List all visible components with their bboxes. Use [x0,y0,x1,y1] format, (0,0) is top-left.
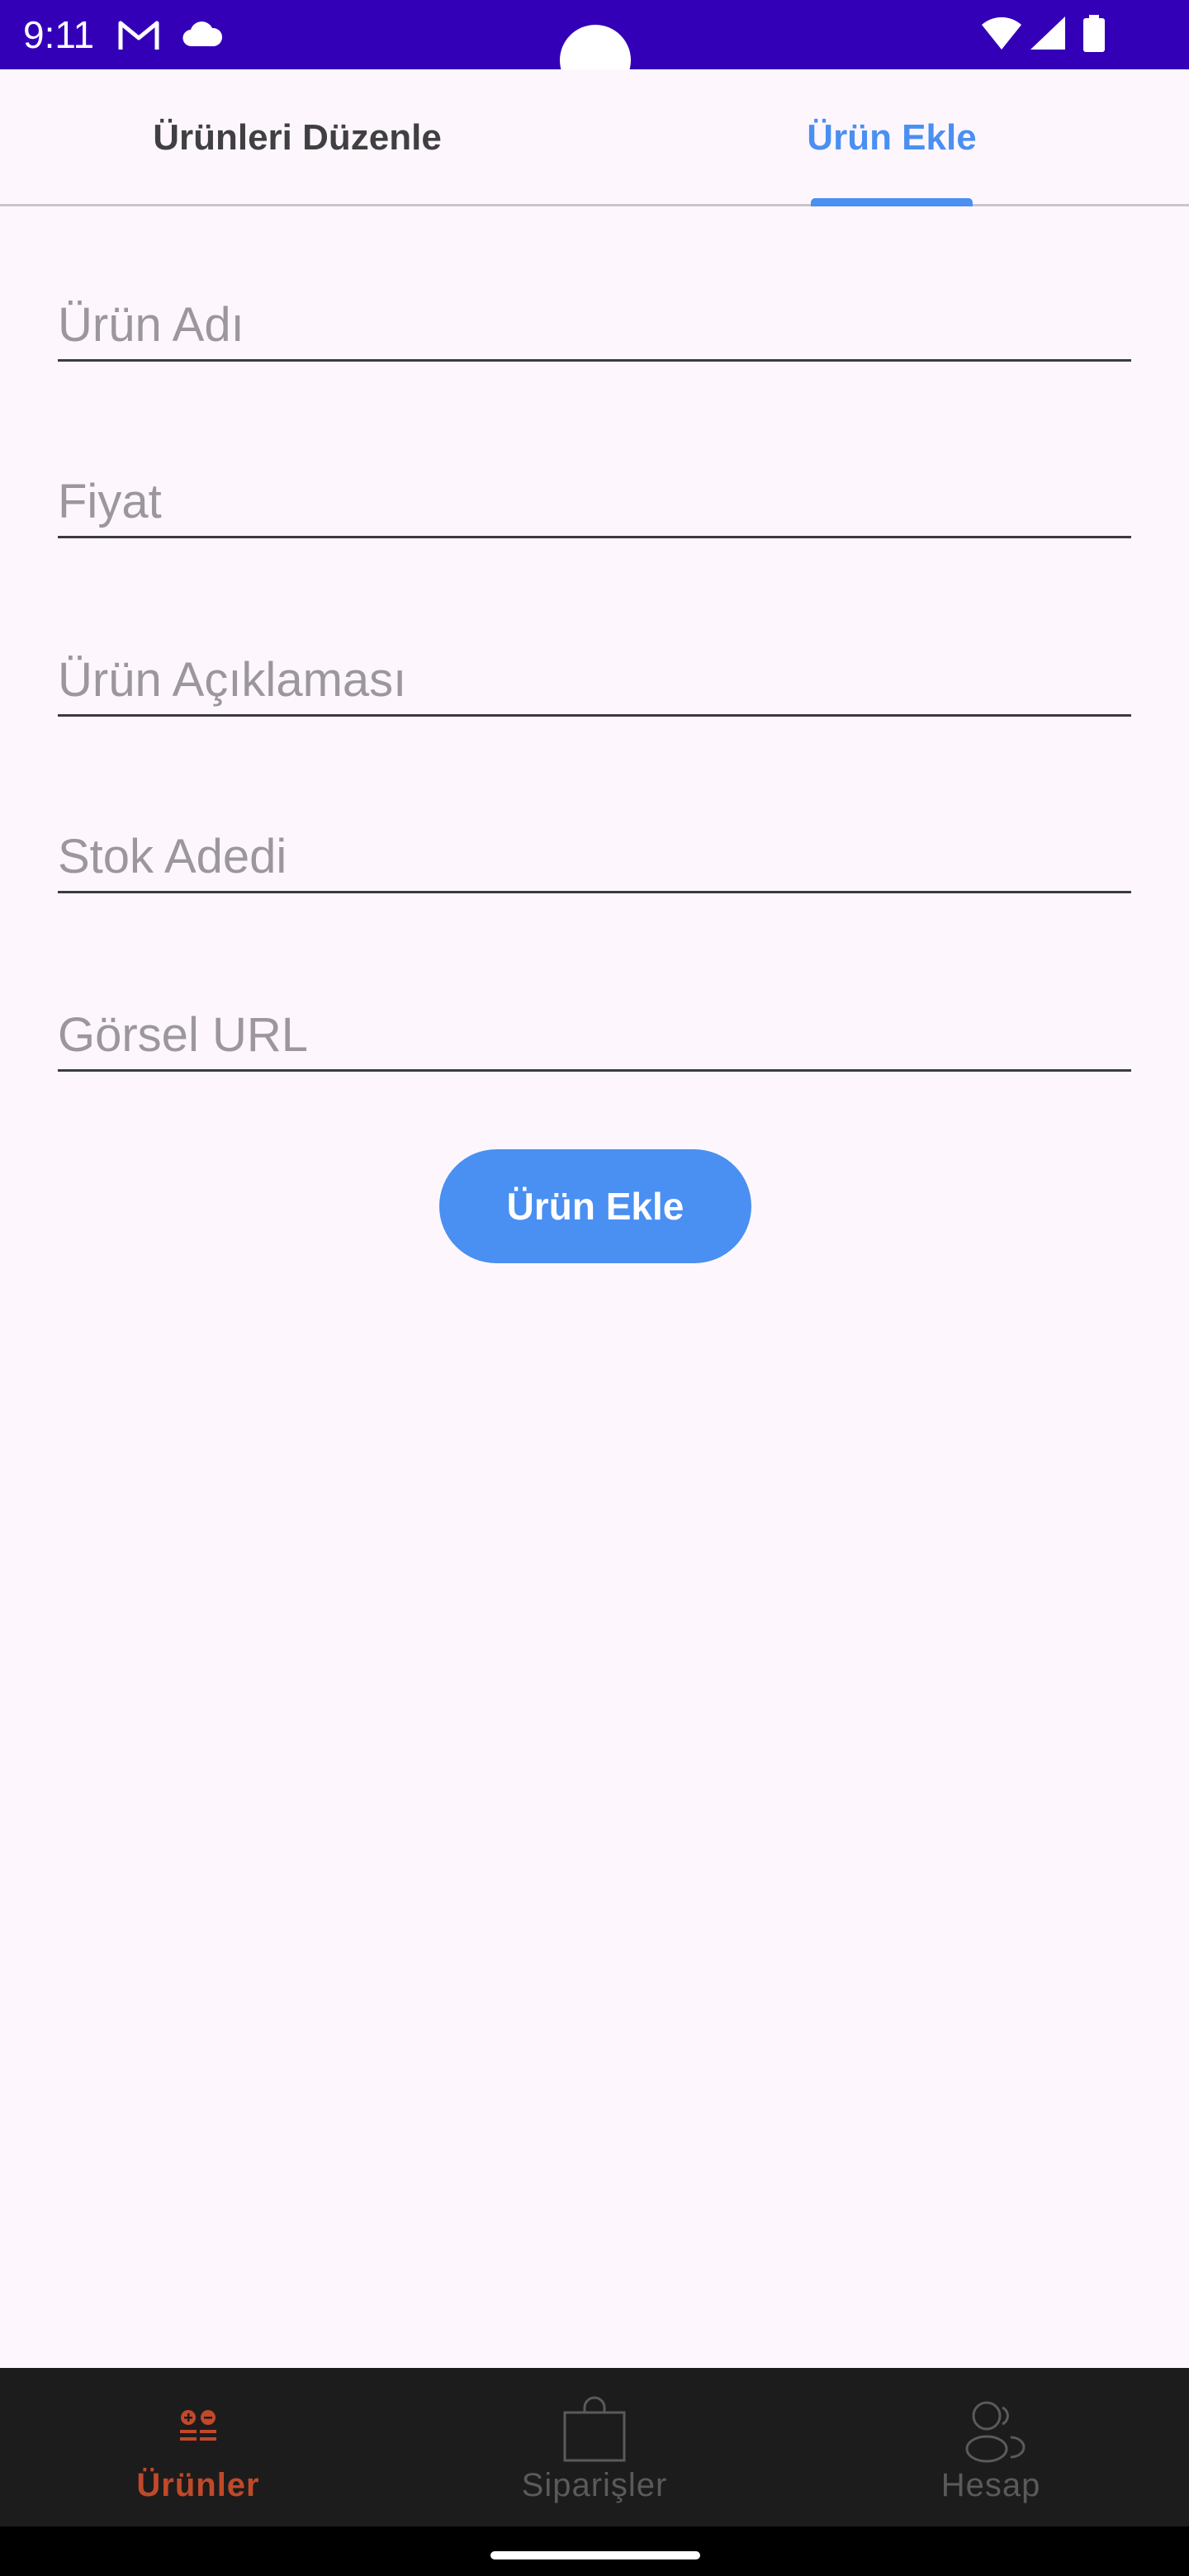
tab-add-product-label: Ürün Ekle [807,117,977,158]
wifi-icon [981,15,1022,55]
status-time: 9:11 [23,13,95,56]
nav-item-orders[interactable]: Siparişler [396,2368,793,2526]
stock-field [58,819,1131,893]
cloud-icon [182,20,223,52]
image-url-field [58,997,1131,1072]
nav-label-products: Ürünler [136,2467,260,2503]
battery-icon [1082,15,1106,57]
products-icon [157,2391,239,2465]
tab-edit-products[interactable]: Ürünleri Düzenle [0,69,594,206]
gmail-icon [117,18,160,55]
nav-item-account[interactable]: Hesap [793,2368,1189,2526]
product-name-input[interactable] [58,295,1131,354]
product-name-field [58,287,1131,362]
tab-bar: Ürünleri Düzenle Ürün Ekle [0,69,1189,206]
active-tab-indicator [811,198,973,206]
description-input[interactable] [58,650,1131,709]
shopping-bag-icon [553,2391,636,2465]
nav-label-orders: Siparişler [521,2467,668,2503]
signal-icon [1029,15,1067,55]
stock-input[interactable] [58,826,1131,886]
bottom-navigation: Ürünler Siparişler Hesap [0,2368,1189,2526]
nav-label-account: Hesap [940,2467,1041,2503]
add-product-button[interactable]: Ürün Ekle [439,1149,751,1263]
tab-add-product[interactable]: Ürün Ekle [594,69,1189,206]
gesture-handle[interactable] [490,2551,700,2559]
price-input[interactable] [58,471,1131,531]
image-url-input[interactable] [58,1005,1131,1064]
account-icon [950,2391,1032,2465]
price-field [58,464,1131,538]
nav-item-products[interactable]: Ürünler [0,2368,396,2526]
description-field [58,642,1131,717]
tab-edit-products-label: Ürünleri Düzenle [153,117,442,158]
